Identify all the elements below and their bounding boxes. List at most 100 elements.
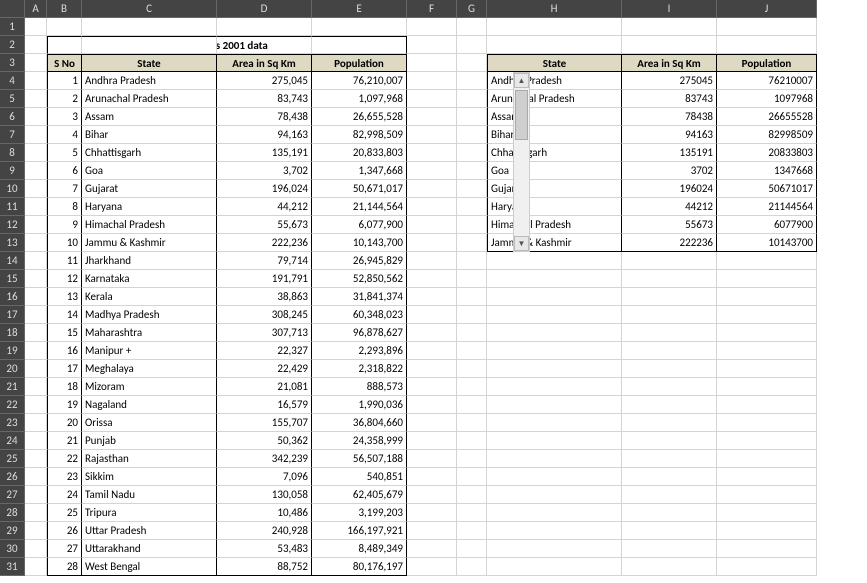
cell-I22[interactable] <box>622 396 717 414</box>
left-pop-14[interactable]: 96,878,627 <box>312 324 407 342</box>
cell-G21[interactable] <box>457 378 487 396</box>
left-state-3[interactable]: Bihar <box>82 126 217 144</box>
cell-H24[interactable] <box>487 432 622 450</box>
row-header-11[interactable]: 11 <box>0 198 25 216</box>
cell-J23[interactable] <box>717 414 817 432</box>
row-header-6[interactable]: 6 <box>0 108 25 126</box>
cell-A21[interactable] <box>25 378 47 396</box>
left-area-25[interactable]: 240,928 <box>217 522 312 540</box>
right-state-8[interactable]: Himachal Pradesh <box>487 216 622 234</box>
cell-G12[interactable] <box>457 216 487 234</box>
left-sno-11[interactable]: 12 <box>47 270 82 288</box>
left-pop-0[interactable]: 76,210,007 <box>312 72 407 90</box>
right-pop-0[interactable]: 76210007 <box>717 72 817 90</box>
left-header-sno[interactable]: S No <box>47 54 82 72</box>
cell-J21[interactable] <box>717 378 817 396</box>
cell-A7[interactable] <box>25 126 47 144</box>
left-area-0[interactable]: 275,045 <box>217 72 312 90</box>
cell-C1[interactable] <box>82 18 217 36</box>
left-state-11[interactable]: Karnataka <box>82 270 217 288</box>
right-pop-4[interactable]: 20833803 <box>717 144 817 162</box>
col-header-B[interactable]: B <box>47 0 82 18</box>
row-header-20[interactable]: 20 <box>0 360 25 378</box>
right-header-area[interactable]: Area in Sq Km <box>622 54 717 72</box>
cell-A22[interactable] <box>25 396 47 414</box>
left-pop-22[interactable]: 540,851 <box>312 468 407 486</box>
right-area-7[interactable]: 44212 <box>622 198 717 216</box>
left-pop-17[interactable]: 888,573 <box>312 378 407 396</box>
right-header-state[interactable]: State <box>487 54 622 72</box>
left-area-8[interactable]: 55,673 <box>217 216 312 234</box>
cell-G3[interactable] <box>457 54 487 72</box>
right-pop-9[interactable]: 10143700 <box>717 234 817 252</box>
cell-G20[interactable] <box>457 360 487 378</box>
left-pop-13[interactable]: 60,348,023 <box>312 306 407 324</box>
left-pop-25[interactable]: 166,197,921 <box>312 522 407 540</box>
row-header-29[interactable]: 29 <box>0 522 25 540</box>
cell-F9[interactable] <box>407 162 457 180</box>
cell-A28[interactable] <box>25 504 47 522</box>
cell-F25[interactable] <box>407 450 457 468</box>
right-state-3[interactable]: Bihar <box>487 126 622 144</box>
left-header-pop[interactable]: Population <box>312 54 407 72</box>
cell-H1[interactable] <box>487 18 622 36</box>
left-sno-24[interactable]: 25 <box>47 504 82 522</box>
left-state-0[interactable]: Andhra Pradesh <box>82 72 217 90</box>
cell-A11[interactable] <box>25 198 47 216</box>
left-pop-4[interactable]: 20,833,803 <box>312 144 407 162</box>
cell-A24[interactable] <box>25 432 47 450</box>
cell-G4[interactable] <box>457 72 487 90</box>
left-pop-27[interactable]: 80,176,197 <box>312 558 407 576</box>
cell-F30[interactable] <box>407 540 457 558</box>
cell-F1[interactable] <box>407 18 457 36</box>
left-state-14[interactable]: Maharashtra <box>82 324 217 342</box>
left-state-24[interactable]: Tripura <box>82 504 217 522</box>
cell-F4[interactable] <box>407 72 457 90</box>
cell-title-left[interactable]: Census 2001 data <box>47 36 82 54</box>
row-header-1[interactable]: 1 <box>0 18 25 36</box>
left-state-27[interactable]: West Bengal <box>82 558 217 576</box>
col-header-I[interactable]: I <box>622 0 717 18</box>
left-state-5[interactable]: Goa <box>82 162 217 180</box>
left-sno-4[interactable]: 5 <box>47 144 82 162</box>
left-sno-21[interactable]: 22 <box>47 450 82 468</box>
cell-G30[interactable] <box>457 540 487 558</box>
left-area-1[interactable]: 83,743 <box>217 90 312 108</box>
scroll-thumb[interactable] <box>515 90 528 140</box>
left-area-14[interactable]: 307,713 <box>217 324 312 342</box>
cell-G27[interactable] <box>457 486 487 504</box>
left-sno-23[interactable]: 24 <box>47 486 82 504</box>
scroll-down-button[interactable]: ▼ <box>514 236 529 251</box>
row-header-26[interactable]: 26 <box>0 468 25 486</box>
cell-I30[interactable] <box>622 540 717 558</box>
cell-A14[interactable] <box>25 252 47 270</box>
left-sno-22[interactable]: 23 <box>47 468 82 486</box>
cell-G6[interactable] <box>457 108 487 126</box>
cell-G7[interactable] <box>457 126 487 144</box>
right-state-5[interactable]: Goa <box>487 162 622 180</box>
cell-A17[interactable] <box>25 306 47 324</box>
cell-J2[interactable] <box>717 36 817 54</box>
left-sno-18[interactable]: 19 <box>47 396 82 414</box>
left-pop-18[interactable]: 1,990,036 <box>312 396 407 414</box>
cell-H30[interactable] <box>487 540 622 558</box>
right-pop-6[interactable]: 50671017 <box>717 180 817 198</box>
cell-G22[interactable] <box>457 396 487 414</box>
cell-J16[interactable] <box>717 288 817 306</box>
cell-A31[interactable] <box>25 558 47 576</box>
cell-F21[interactable] <box>407 378 457 396</box>
cell-F10[interactable] <box>407 180 457 198</box>
cell-I31[interactable] <box>622 558 717 576</box>
cell-F23[interactable] <box>407 414 457 432</box>
cell-I28[interactable] <box>622 504 717 522</box>
cell-H14[interactable] <box>487 252 622 270</box>
left-state-1[interactable]: Arunachal Pradesh <box>82 90 217 108</box>
left-sno-13[interactable]: 14 <box>47 306 82 324</box>
left-state-16[interactable]: Meghalaya <box>82 360 217 378</box>
left-state-19[interactable]: Orissa <box>82 414 217 432</box>
cell-G1[interactable] <box>457 18 487 36</box>
left-state-4[interactable]: Chhattisgarh <box>82 144 217 162</box>
col-header-G[interactable]: G <box>457 0 487 18</box>
cell-D1[interactable] <box>217 18 312 36</box>
cell-J1[interactable] <box>717 18 817 36</box>
